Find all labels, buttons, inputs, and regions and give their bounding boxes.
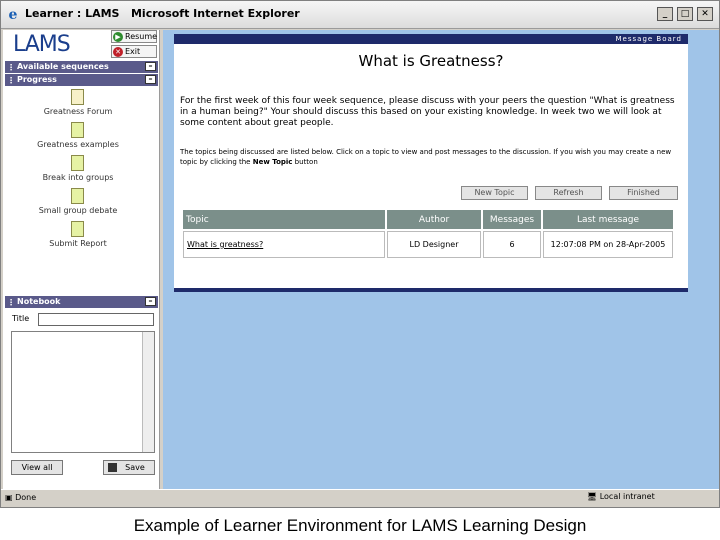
exit-button[interactable]: ✕ Exit xyxy=(111,45,157,58)
save-label: Save xyxy=(125,463,145,472)
figure-caption: Example of Learner Environment for LAMS … xyxy=(133,516,587,535)
window-title: Learner : LAMS Microsoft Internet Explor… xyxy=(25,7,300,20)
new-topic-button[interactable]: New Topic xyxy=(461,186,528,200)
resume-label: Resume xyxy=(125,32,158,41)
progress-header[interactable]: ⋮ Progress – xyxy=(5,74,158,86)
intro-text: For the first week of this four week seq… xyxy=(180,96,675,128)
notebook-textarea[interactable] xyxy=(11,331,155,453)
main-content: Message Board What is Greatness? For the… xyxy=(163,30,719,489)
available-sequences-label: Available sequences xyxy=(17,62,109,71)
minimize-button[interactable]: _ xyxy=(657,7,673,21)
status-bar: ▣ Done 🖥 Local intranet xyxy=(1,489,719,506)
message-board-label: Message Board xyxy=(615,35,682,43)
sidebar: LAMS ▶ Resume ✕ Exit ⋮ Available sequenc… xyxy=(3,30,160,489)
grip-icon: ⋮ xyxy=(7,63,15,72)
close-button[interactable]: ✕ xyxy=(697,7,713,21)
message-board: Message Board What is Greatness? For the… xyxy=(174,34,688,292)
exit-label: Exit xyxy=(125,47,141,56)
document-activity-icon[interactable] xyxy=(71,155,84,171)
author-cell: LD Designer xyxy=(387,231,481,258)
activity-label[interactable]: Submit Report xyxy=(8,239,148,248)
progress-label: Progress xyxy=(17,75,57,84)
security-zone: 🖥 Local intranet xyxy=(587,492,705,501)
page-icon: ▣ xyxy=(5,493,16,502)
internet-explorer-icon: e xyxy=(8,7,18,23)
activity-label[interactable]: Greatness Forum xyxy=(8,107,148,116)
save-button[interactable]: Save xyxy=(103,460,155,475)
column-header-topic[interactable]: Topic xyxy=(183,210,385,229)
instructions-suffix: button xyxy=(292,158,318,166)
topics-table: Topic Author Messages Last message What … xyxy=(181,208,675,260)
notebook-label: Notebook xyxy=(17,297,61,306)
page-title: What is Greatness? xyxy=(358,52,504,70)
scrollbar[interactable] xyxy=(142,332,154,452)
column-header-last-message[interactable]: Last message xyxy=(543,210,673,229)
topic-link[interactable]: What is greatness? xyxy=(187,240,263,249)
collapse-icon[interactable]: – xyxy=(145,62,156,71)
status-text: ▣ Done xyxy=(5,493,36,502)
document-activity-icon[interactable] xyxy=(71,122,84,138)
instructions-text: The topics being discussed are listed be… xyxy=(180,147,680,167)
instructions-bold: New Topic xyxy=(252,158,293,166)
title-label: Title xyxy=(12,314,30,323)
forum-activity-icon[interactable] xyxy=(71,89,84,105)
collapse-icon[interactable]: – xyxy=(145,75,156,84)
browser-window: e Learner : LAMS Microsoft Internet Expl… xyxy=(0,0,720,508)
activity-label[interactable]: Greatness examples xyxy=(8,140,148,149)
resume-button[interactable]: ▶ Resume xyxy=(111,30,157,43)
last-message-cell: 12:07:08 PM on 28-Apr-2005 xyxy=(543,231,673,258)
title-bar: e Learner : LAMS Microsoft Internet Expl… xyxy=(1,1,719,29)
refresh-button[interactable]: Refresh xyxy=(535,186,602,200)
activity-label[interactable]: Break into groups xyxy=(8,173,148,182)
topic-cell: What is greatness? xyxy=(183,231,385,258)
activity-label[interactable]: Small group debate xyxy=(8,206,148,215)
status-done-label: Done xyxy=(15,493,37,502)
messages-cell: 6 xyxy=(483,231,541,258)
table-header-row: Topic Author Messages Last message xyxy=(183,210,673,229)
maximize-button[interactable]: □ xyxy=(677,7,693,21)
document-activity-icon[interactable] xyxy=(71,188,84,204)
grip-icon: ⋮ xyxy=(7,298,15,307)
intranet-icon: 🖥 xyxy=(587,492,600,501)
finished-button[interactable]: Finished xyxy=(609,186,678,200)
column-header-author[interactable]: Author xyxy=(387,210,481,229)
lams-logo: LAMS xyxy=(13,32,71,57)
column-header-messages[interactable]: Messages xyxy=(483,210,541,229)
table-row: What is greatness? LD Designer 6 12:07:0… xyxy=(183,231,673,258)
save-icon xyxy=(108,463,117,472)
zone-label: Local intranet xyxy=(599,492,655,501)
notebook-title-input[interactable] xyxy=(38,313,154,326)
document-activity-icon[interactable] xyxy=(71,221,84,237)
view-all-button[interactable]: View all xyxy=(11,460,63,475)
notebook-header[interactable]: ⋮ Notebook – xyxy=(5,296,158,308)
exit-icon: ✕ xyxy=(113,47,123,57)
available-sequences-header[interactable]: ⋮ Available sequences – xyxy=(5,61,158,73)
collapse-icon[interactable]: – xyxy=(145,297,156,306)
grip-icon: ⋮ xyxy=(7,76,15,85)
resume-icon: ▶ xyxy=(113,32,123,42)
